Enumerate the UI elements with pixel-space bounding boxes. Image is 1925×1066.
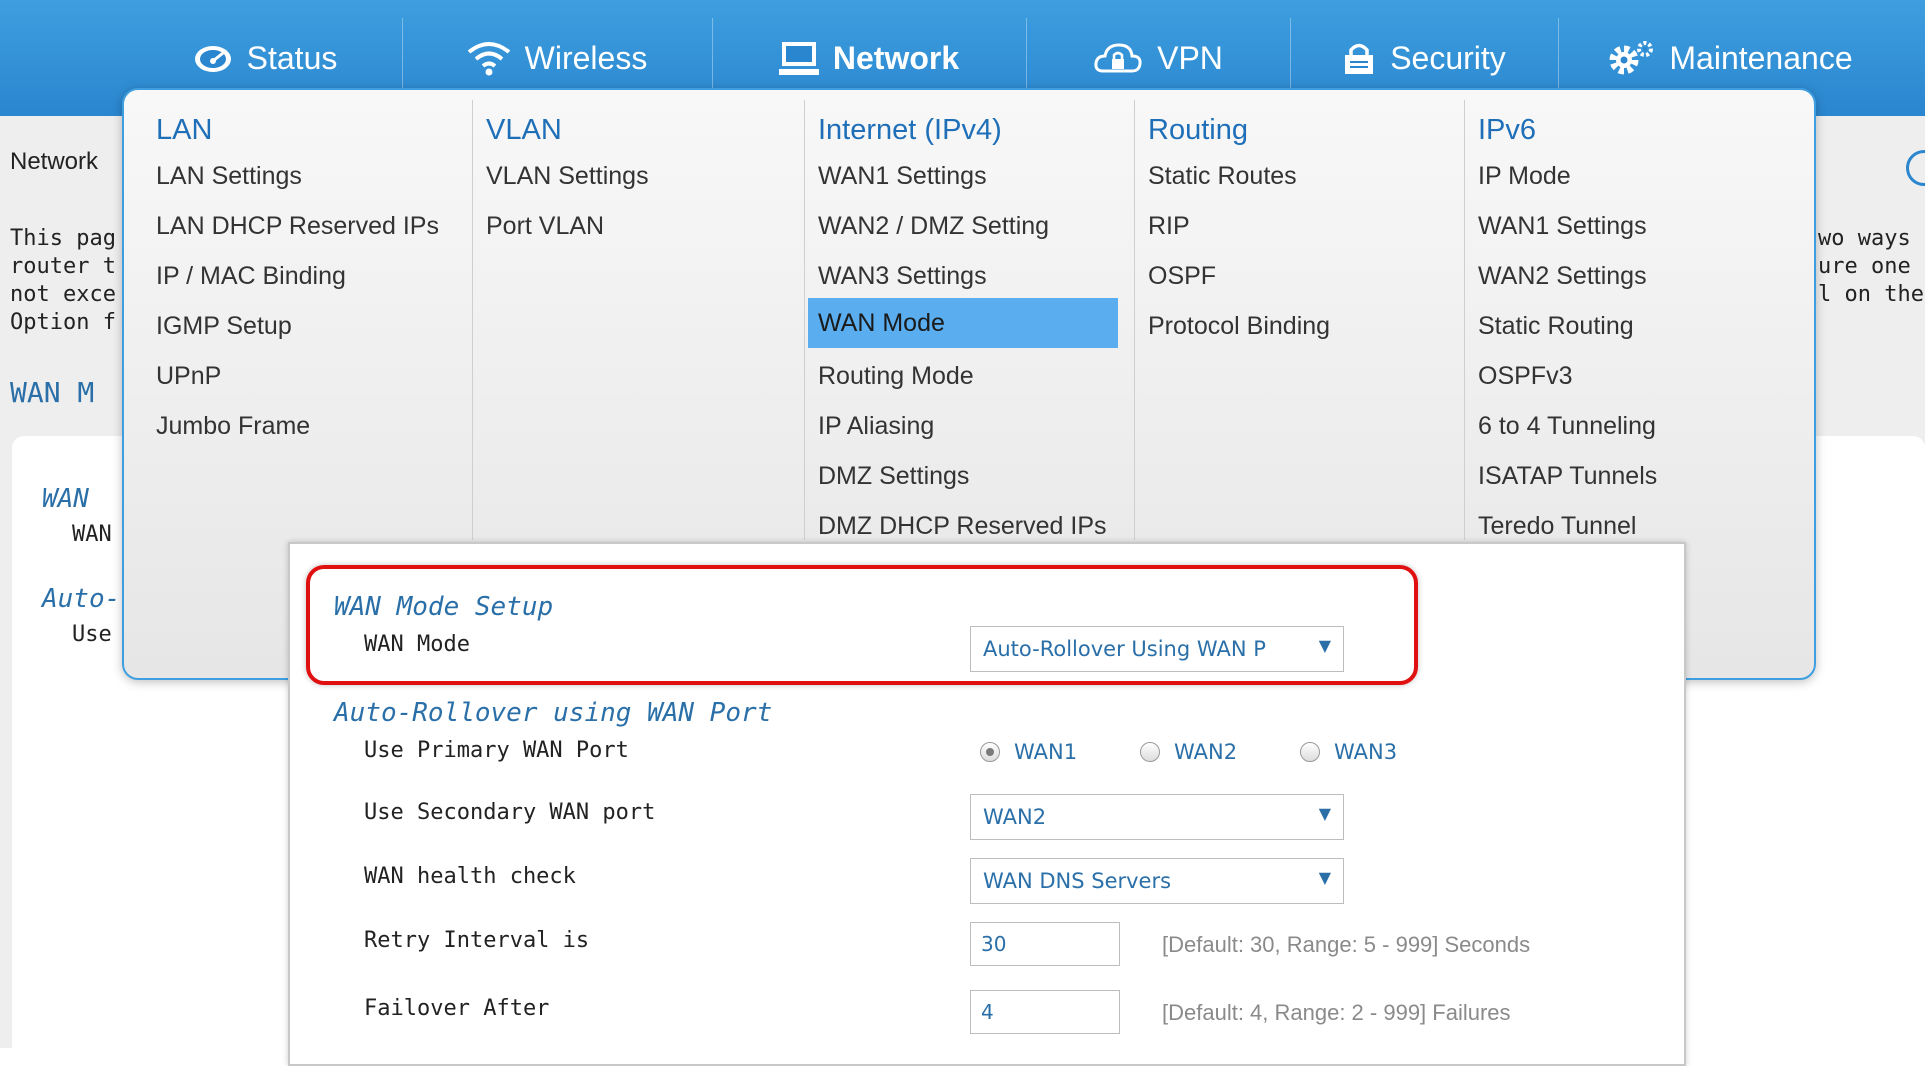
primary-wan-port-label: Use Primary WAN Port — [364, 738, 629, 763]
dropdown-arrow-icon: ▼ — [1318, 636, 1331, 655]
dropdown-arrow-icon: ▼ — [1318, 804, 1331, 823]
menu-item-protocol-binding[interactable]: Protocol Binding — [1148, 302, 1330, 350]
menu-item-isatap-tunnels[interactable]: ISATAP Tunnels — [1478, 452, 1657, 500]
menu-item-ip-mac-binding[interactable]: IP / MAC Binding — [156, 252, 346, 300]
wan-health-check-label: WAN health check — [364, 864, 576, 889]
tab-status-label: Status — [246, 39, 338, 76]
radio-wan2[interactable]: WAN2 — [1140, 740, 1237, 764]
secondary-wan-port-label: Use Secondary WAN port — [364, 800, 656, 825]
nav-divider — [1026, 18, 1027, 98]
retry-interval-input[interactable] — [970, 922, 1120, 966]
breadcrumb: Network — [10, 148, 99, 175]
failover-after-hint: [Default: 4, Range: 2 - 999] Failures — [1162, 1000, 1511, 1025]
page-description-left-line: router t — [10, 254, 116, 279]
menu-item-wan2-dmz-setting[interactable]: WAN2 / DMZ Setting — [818, 202, 1049, 250]
tab-security-label: Security — [1390, 39, 1506, 76]
section-title: WAN M — [10, 376, 95, 409]
menu-item-static-routing[interactable]: Static Routing — [1478, 302, 1634, 350]
tab-vpn-label: VPN — [1157, 39, 1223, 76]
nav-divider — [712, 18, 713, 98]
gears-icon — [1607, 40, 1655, 76]
wan-mode-select-value: Auto-Rollover Using WAN P — [983, 637, 1266, 661]
menu-item-ip-aliasing[interactable]: IP Aliasing — [818, 402, 934, 450]
cloud-icon — [1093, 41, 1143, 75]
nav-divider — [1290, 18, 1291, 98]
wan-health-check-select[interactable]: WAN DNS Servers ▼ — [970, 858, 1344, 904]
nav-divider — [402, 18, 403, 98]
retry-interval-hint: [Default: 30, Range: 5 - 999] Seconds — [1162, 932, 1531, 957]
menu-item-jumbo-frame[interactable]: Jumbo Frame — [156, 402, 310, 450]
menu-item-ospf[interactable]: OSPF — [1148, 252, 1216, 300]
gauge-icon — [193, 43, 233, 73]
menu-item-upnp[interactable]: UPnP — [156, 352, 221, 400]
page-description-right-line: l on the — [1818, 282, 1924, 307]
nav-divider — [1558, 18, 1559, 98]
radio-wan1-label: WAN1 — [1014, 740, 1078, 764]
menu-header-ipv6: IPv6 — [1478, 114, 1537, 146]
primary-wan-port-radio-group: WAN1 WAN2 WAN3 — [290, 668, 1684, 764]
tab-maintenance-label: Maintenance — [1669, 39, 1853, 76]
menu-item-wan3-settings[interactable]: WAN3 Settings — [818, 252, 987, 300]
menu-item-ospfv3[interactable]: OSPFv3 — [1478, 352, 1572, 400]
menu-header-lan: LAN — [156, 114, 213, 146]
tab-network-label: Network — [832, 39, 960, 76]
radio-wan2-label: WAN2 — [1174, 740, 1238, 764]
page-description-right-line: wo ways — [1818, 226, 1911, 251]
menu-item-lan-dhcp-reserved-ips[interactable]: LAN DHCP Reserved IPs — [156, 202, 439, 250]
menu-item-port-vlan[interactable]: Port VLAN — [486, 202, 604, 250]
radio-button — [1140, 742, 1160, 762]
wifi-icon — [467, 40, 511, 76]
secondary-wan-port-select[interactable]: WAN2 ▼ — [970, 794, 1344, 840]
menu-item-ipv6-wan2-settings[interactable]: WAN2 Settings — [1478, 252, 1647, 300]
menu-header-routing: Routing — [1148, 114, 1248, 146]
menu-item-6to4-tunneling[interactable]: 6 to 4 Tunneling — [1478, 402, 1656, 450]
failover-after-label: Failover After — [364, 996, 550, 1021]
menu-item-ipv6-wan1-settings[interactable]: WAN1 Settings — [1478, 202, 1647, 250]
menu-item-vlan-settings[interactable]: VLAN Settings — [486, 152, 649, 200]
menu-item-static-routes[interactable]: Static Routes — [1148, 152, 1297, 200]
retry-interval-label: Retry Interval is — [364, 928, 590, 953]
help-icon[interactable] — [1906, 150, 1925, 186]
tab-wireless-label: Wireless — [524, 39, 648, 76]
background-field-label: WAN — [72, 522, 112, 547]
wan-mode-setup-title: WAN Mode Setup — [334, 592, 554, 622]
menu-header-internet-ipv4: Internet (IPv4) — [818, 114, 1002, 146]
wan-health-check-value: WAN DNS Servers — [983, 869, 1172, 893]
failover-after-input[interactable] — [970, 990, 1120, 1034]
background-field-label: Use — [72, 622, 112, 647]
radio-button-selected — [980, 742, 1000, 762]
menu-item-rip[interactable]: RIP — [1148, 202, 1190, 250]
radio-wan1[interactable]: WAN1 — [980, 740, 1077, 764]
page-description-left-line: Option f — [10, 310, 116, 335]
menu-item-igmp-setup[interactable]: IGMP Setup — [156, 302, 292, 350]
dropdown-arrow-icon: ▼ — [1318, 868, 1331, 887]
radio-button — [1300, 742, 1320, 762]
radio-wan3-label: WAN3 — [1334, 740, 1398, 764]
page-description-left-line: This pag — [10, 226, 116, 251]
background-subsection-title: Auto- — [42, 584, 121, 614]
background-subsection-title: WAN — [42, 484, 89, 514]
radio-wan3[interactable]: WAN3 — [1300, 740, 1397, 764]
wan-mode-select[interactable]: Auto-Rollover Using WAN P ▼ — [970, 626, 1344, 672]
menu-item-ip-mode[interactable]: IP Mode — [1478, 152, 1571, 200]
menu-header-vlan: VLAN — [486, 114, 562, 146]
menu-item-wan1-settings[interactable]: WAN1 Settings — [818, 152, 987, 200]
menu-item-wan-mode[interactable]: WAN Mode — [808, 298, 1118, 348]
menu-item-lan-settings[interactable]: LAN Settings — [156, 152, 302, 200]
monitor-icon — [778, 40, 819, 76]
page-description-right-line: ure one — [1818, 254, 1911, 279]
page-description-left-line: not exce — [10, 282, 116, 307]
wan-mode-panel: WAN Mode Setup WAN Mode Auto-Rollover Us… — [288, 542, 1686, 1066]
lock-icon — [1342, 40, 1376, 76]
menu-item-dmz-settings[interactable]: DMZ Settings — [818, 452, 969, 500]
menu-item-routing-mode[interactable]: Routing Mode — [818, 352, 974, 400]
wan-mode-label: WAN Mode — [364, 632, 470, 657]
secondary-wan-port-value: WAN2 — [983, 805, 1047, 829]
